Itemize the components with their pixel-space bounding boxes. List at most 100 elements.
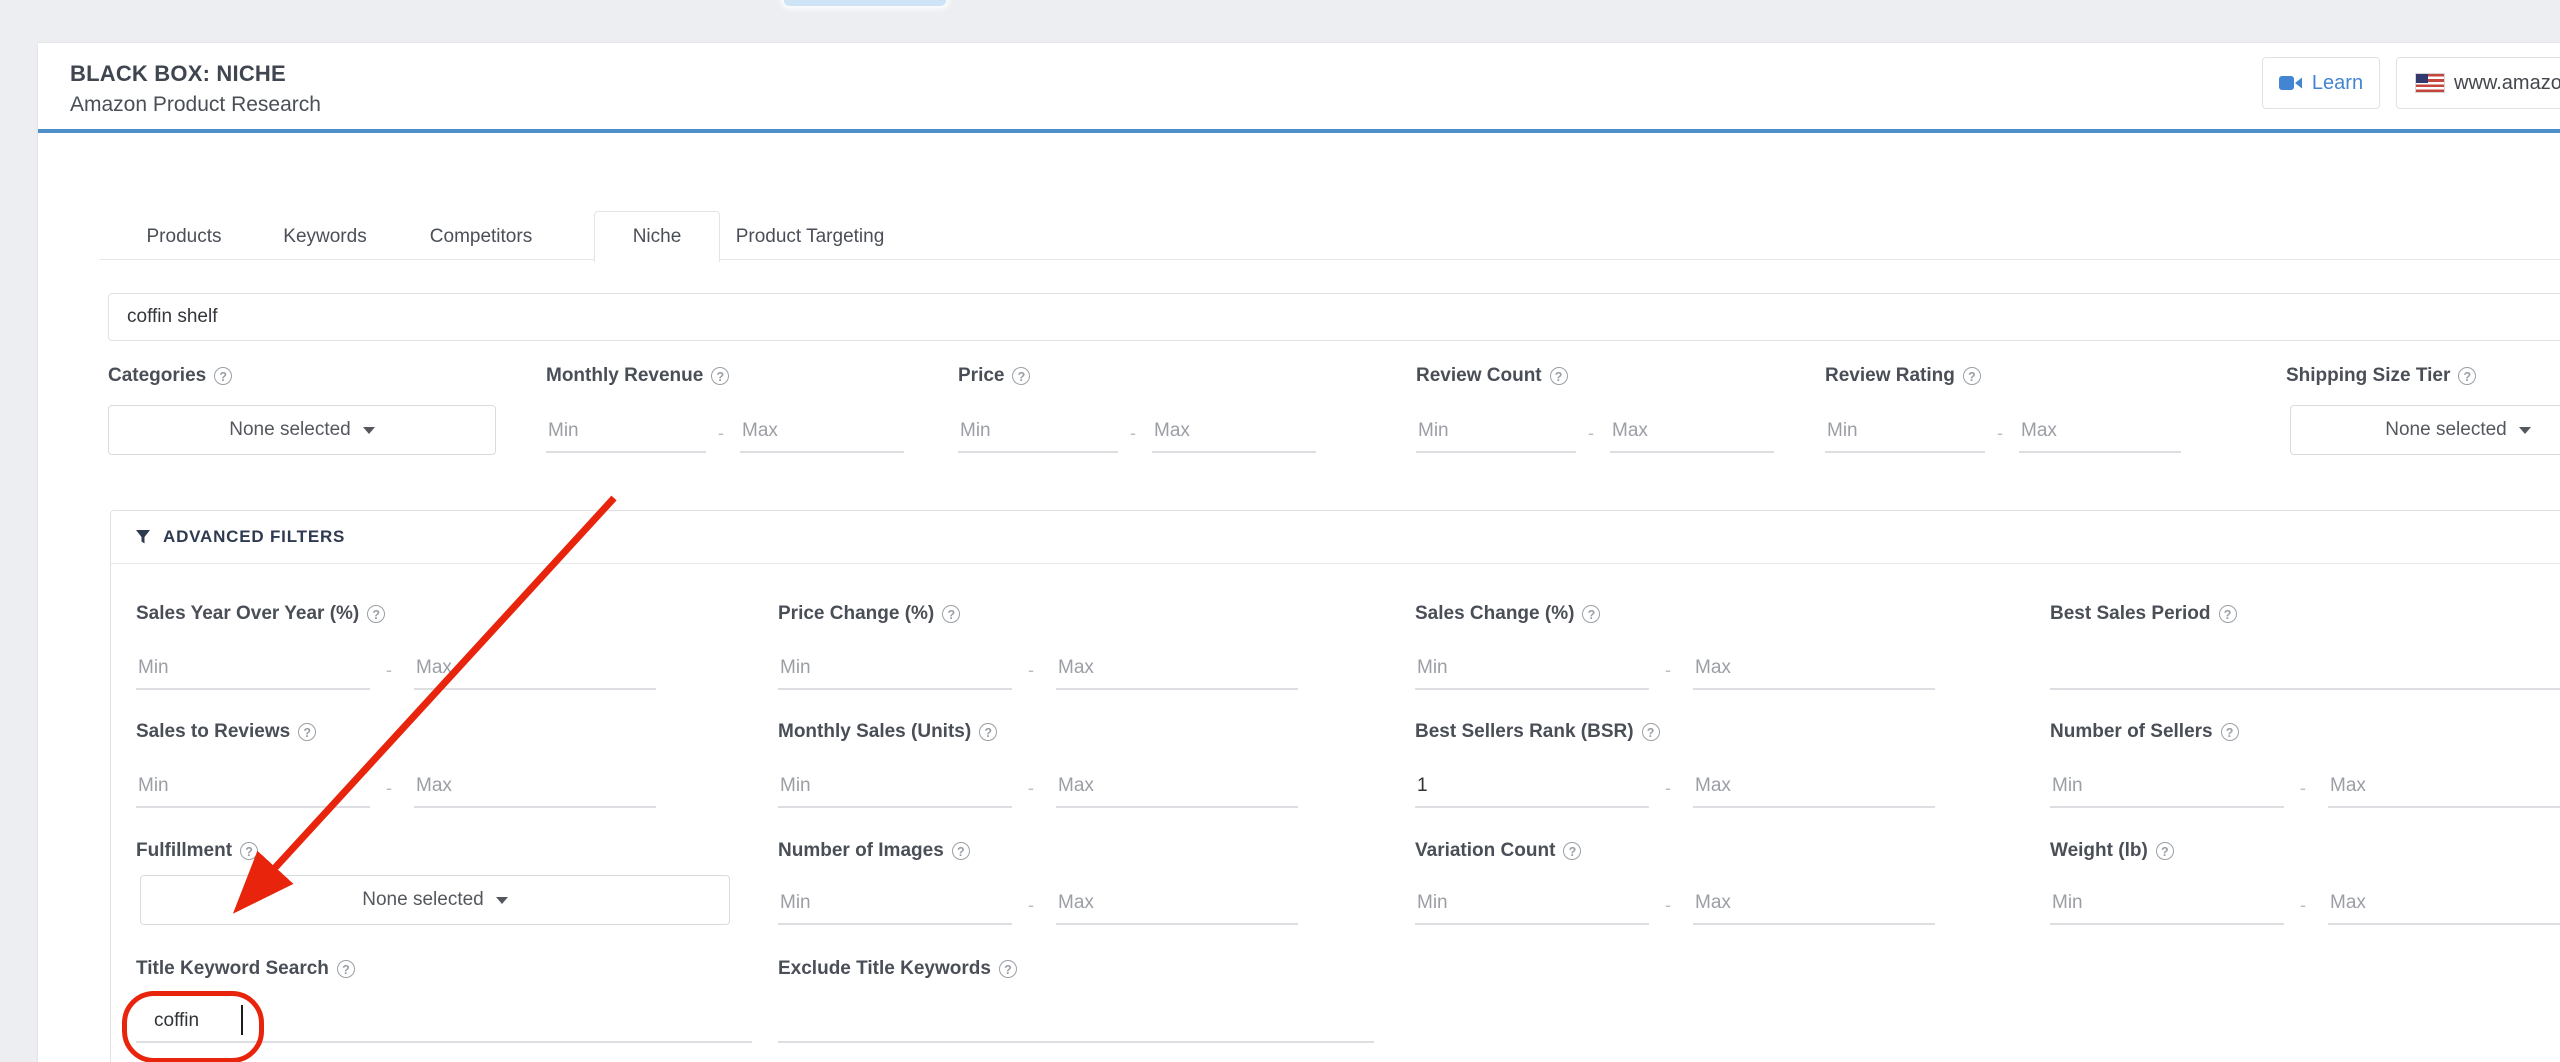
number-of-images-min-input[interactable] — [778, 883, 1012, 925]
range-separator: - — [1665, 778, 1671, 799]
exclude-title-keywords-label-text: Exclude Title Keywords — [778, 958, 991, 980]
sales-change-label: Sales Change (%) — [1415, 603, 1600, 625]
tab-competitors-label: Competitors — [430, 226, 532, 248]
bsr-max-input[interactable] — [1693, 766, 1935, 808]
review-rating-min-input[interactable] — [1825, 411, 1985, 453]
monthly-sales-max-input[interactable] — [1056, 766, 1298, 808]
review-count-max-input[interactable] — [1610, 411, 1774, 453]
price-label: Price — [958, 365, 1030, 387]
sales-yoy-min-input[interactable] — [136, 648, 370, 690]
tab-products-label: Products — [147, 226, 222, 248]
shipping-size-tier-dropdown[interactable]: None selected — [2290, 405, 2560, 455]
review-rating-max-input[interactable] — [2019, 411, 2181, 453]
range-separator: - — [2300, 895, 2306, 916]
marketplace-label: www.amazon — [2454, 72, 2560, 95]
number-of-sellers-min-input[interactable] — [2050, 766, 2284, 808]
variation-count-min-input[interactable] — [1415, 883, 1649, 925]
help-icon[interactable] — [711, 367, 729, 385]
help-icon[interactable] — [1963, 367, 1981, 385]
tab-products[interactable]: Products — [126, 215, 242, 259]
help-icon[interactable] — [1012, 367, 1030, 385]
help-icon[interactable] — [2458, 367, 2476, 385]
marketplace-selector[interactable]: www.amazon — [2396, 57, 2560, 109]
fulfillment-label-text: Fulfillment — [136, 840, 232, 862]
help-icon[interactable] — [1642, 723, 1660, 741]
tab-niche-label: Niche — [633, 226, 682, 248]
help-icon[interactable] — [952, 842, 970, 860]
categories-dropdown-value: None selected — [229, 419, 350, 441]
shipping-size-tier-dropdown-value: None selected — [2385, 419, 2506, 441]
tab-keywords[interactable]: Keywords — [262, 215, 388, 259]
learn-button[interactable]: Learn — [2262, 57, 2380, 109]
help-icon[interactable] — [1550, 367, 1568, 385]
variation-count-label-text: Variation Count — [1415, 840, 1555, 862]
sales-to-reviews-label: Sales to Reviews — [136, 721, 316, 743]
weight-min-input[interactable] — [2050, 883, 2284, 925]
number-of-sellers-label-text: Number of Sellers — [2050, 721, 2213, 743]
price-change-max-input[interactable] — [1056, 648, 1298, 690]
tabbar-divider — [100, 259, 2560, 260]
clipped-element-top — [784, 0, 946, 6]
sales-to-reviews-min-input[interactable] — [136, 766, 370, 808]
range-separator: - — [2300, 778, 2306, 799]
shipping-size-tier-label-text: Shipping Size Tier — [2286, 365, 2450, 387]
weight-max-input[interactable] — [2328, 883, 2560, 925]
price-change-label-text: Price Change (%) — [778, 603, 934, 625]
help-icon[interactable] — [240, 842, 258, 860]
range-separator: - — [1997, 423, 2003, 444]
fulfillment-dropdown[interactable]: None selected — [140, 875, 730, 925]
sales-to-reviews-max-input[interactable] — [414, 766, 656, 808]
help-icon[interactable] — [298, 723, 316, 741]
help-icon[interactable] — [337, 960, 355, 978]
help-icon[interactable] — [214, 367, 232, 385]
title-keyword-search-input[interactable] — [136, 1001, 752, 1043]
monthly-revenue-max-input[interactable] — [740, 411, 904, 453]
help-icon[interactable] — [942, 605, 960, 623]
title-keyword-search-label: Title Keyword Search — [136, 958, 355, 980]
price-max-input[interactable] — [1152, 411, 1316, 453]
niche-search-input[interactable] — [109, 294, 2553, 340]
sales-yoy-max-input[interactable] — [414, 648, 656, 690]
bsr-min-input[interactable] — [1415, 766, 1649, 808]
monthly-sales-min-input[interactable] — [778, 766, 1012, 808]
price-min-input[interactable] — [958, 411, 1118, 453]
range-separator: - — [386, 660, 392, 681]
tab-product-targeting[interactable]: Product Targeting — [722, 215, 898, 259]
variation-count-label: Variation Count — [1415, 840, 1581, 862]
text-cursor — [241, 1005, 243, 1035]
variation-count-max-input[interactable] — [1693, 883, 1935, 925]
chevron-down-icon — [2519, 427, 2531, 434]
monthly-sales-label-text: Monthly Sales (Units) — [778, 721, 971, 743]
number-of-images-max-input[interactable] — [1056, 883, 1298, 925]
weight-label-text: Weight (lb) — [2050, 840, 2148, 862]
price-change-label: Price Change (%) — [778, 603, 960, 625]
tab-competitors[interactable]: Competitors — [408, 215, 554, 259]
best-sales-period-input[interactable] — [2050, 648, 2560, 690]
advanced-filters-header[interactable]: ADVANCED FILTERS — [111, 511, 2560, 564]
help-icon[interactable] — [999, 960, 1017, 978]
help-icon[interactable] — [1582, 605, 1600, 623]
help-icon[interactable] — [367, 605, 385, 623]
number-of-sellers-max-input[interactable] — [2328, 766, 2560, 808]
sales-change-max-input[interactable] — [1693, 648, 1935, 690]
help-icon[interactable] — [979, 723, 997, 741]
review-count-label: Review Count — [1416, 365, 1568, 387]
review-count-min-input[interactable] — [1416, 411, 1576, 453]
monthly-revenue-label-text: Monthly Revenue — [546, 365, 703, 387]
learn-button-label: Learn — [2312, 72, 2363, 95]
exclude-title-keywords-input[interactable] — [778, 1001, 1374, 1043]
help-icon[interactable] — [1563, 842, 1581, 860]
help-icon[interactable] — [2219, 605, 2237, 623]
number-of-images-label: Number of Images — [778, 840, 970, 862]
tab-niche[interactable]: Niche — [594, 211, 720, 262]
monthly-revenue-min-input[interactable] — [546, 411, 706, 453]
range-separator: - — [1028, 895, 1034, 916]
review-rating-label: Review Rating — [1825, 365, 1981, 387]
help-icon[interactable] — [2221, 723, 2239, 741]
sales-change-min-input[interactable] — [1415, 648, 1649, 690]
help-icon[interactable] — [2156, 842, 2174, 860]
range-separator: - — [1665, 660, 1671, 681]
categories-dropdown[interactable]: None selected — [108, 405, 496, 455]
price-change-min-input[interactable] — [778, 648, 1012, 690]
page-subtitle: Amazon Product Research — [70, 93, 321, 117]
